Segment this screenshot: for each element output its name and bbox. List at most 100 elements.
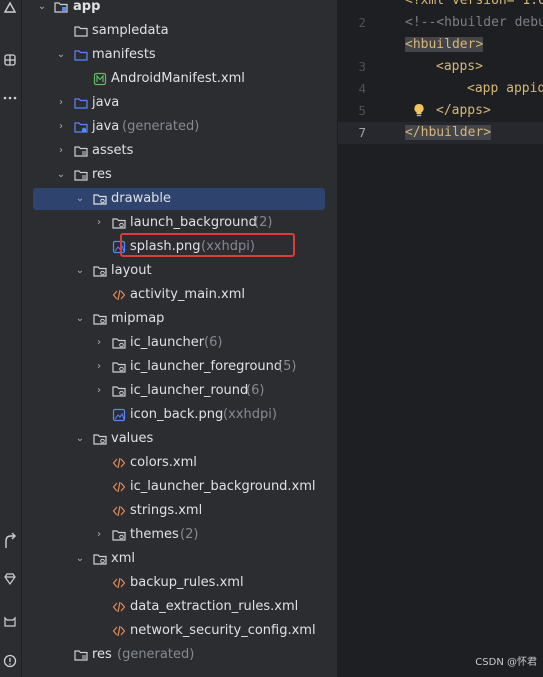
annotation-highlight-box (120, 233, 295, 257)
line-number: 3 (358, 59, 366, 74)
tree-row-res[interactable]: ⌄ res (22, 163, 337, 187)
tree-row-xml[interactable]: ⌄ xml (22, 547, 337, 571)
image-file-icon (112, 408, 126, 422)
resource-folder-icon (112, 384, 126, 398)
code-tag-app: <app appid (467, 81, 543, 96)
tree-label: sampledata (92, 23, 169, 38)
tree-label: mipmap (111, 311, 165, 326)
chevron-right-icon[interactable]: › (54, 91, 68, 115)
code-line-4: <apps> (436, 56, 483, 78)
structure-icon[interactable] (1, 53, 19, 71)
activity-bar (0, 0, 22, 677)
tree-label: app (73, 0, 101, 14)
gem-icon[interactable] (1, 572, 19, 590)
tree-label: manifests (92, 47, 156, 62)
code-line-2: <!--<hbuilder debu (405, 12, 543, 34)
resource-folder-icon (93, 264, 107, 278)
xml-file-icon (112, 576, 126, 590)
tree-row-app[interactable]: ⌄ app (22, 0, 337, 19)
chevron-right-icon[interactable]: › (54, 139, 68, 163)
tree-row-ic-launcher-round[interactable]: › ic_launcher_round (6) (22, 379, 337, 403)
tree-row-java[interactable]: › java (22, 91, 337, 115)
chevron-down-icon[interactable]: ⌄ (73, 427, 87, 451)
resource-folder-icon (93, 192, 107, 206)
chevron-right-icon[interactable]: › (92, 211, 106, 235)
module-folder-icon (54, 0, 68, 14)
tree-label: res (92, 647, 112, 662)
tree-label: colors.xml (130, 455, 197, 470)
xml-file-icon (112, 504, 126, 518)
tree-row-values[interactable]: ⌄ values (22, 427, 337, 451)
triangle-icon[interactable] (1, 0, 19, 18)
warning-icon[interactable] (1, 654, 19, 672)
chevron-right-icon[interactable]: › (92, 379, 106, 403)
xml-file-icon (112, 624, 126, 638)
tree-row-androidmanifest[interactable]: AndroidManifest.xml (22, 67, 337, 91)
tree-label: xml (111, 551, 135, 566)
chevron-down-icon[interactable]: ⌄ (73, 547, 87, 571)
lightbulb-icon[interactable] (413, 102, 425, 117)
chevron-down-icon[interactable]: ⌄ (54, 163, 68, 187)
chevron-down-icon[interactable]: ⌄ (54, 43, 68, 67)
chevron-down-icon[interactable]: ⌄ (35, 0, 49, 19)
chevron-down-icon[interactable]: ⌄ (73, 259, 87, 283)
resource-folder-icon (112, 528, 126, 542)
chevron-right-icon[interactable]: › (92, 331, 106, 355)
tree-row-ic-launcher[interactable]: › ic_launcher (6) (22, 331, 337, 355)
folder-icon (74, 48, 88, 62)
line-number: 4 (358, 81, 366, 96)
generated-folder-icon (74, 120, 88, 134)
tree-label: activity_main.xml (130, 287, 246, 302)
tree-row-strings-xml[interactable]: strings.xml (22, 499, 337, 523)
tree-label: themes (130, 527, 179, 542)
folder-icon (74, 24, 88, 38)
tree-row-launch-background[interactable]: › launch_background (2) (22, 211, 337, 235)
tree-row-layout[interactable]: ⌄ layout (22, 259, 337, 283)
tree-label: data_extraction_rules.xml (130, 599, 299, 614)
tree-row-java-generated[interactable]: › java (generated) (22, 115, 337, 139)
tree-row-network-security-config-xml[interactable]: network_security_config.xml (22, 619, 337, 643)
code-tag-hbuilder-open: <hbuilder> (405, 37, 484, 52)
tree-suffix: (6) (246, 383, 265, 398)
tree-row-manifests[interactable]: ⌄ manifests (22, 43, 337, 67)
code-tag-hbuilder-close: </hbuilder> (405, 125, 492, 140)
xml-file-icon (112, 456, 126, 470)
tree-row-ic-launcher-background-xml[interactable]: ic_launcher_background.xml (22, 475, 337, 499)
xml-file-icon (112, 288, 126, 302)
branch-icon[interactable] (1, 533, 19, 551)
code-line-1: <?xml version="1.0 (405, 0, 543, 12)
tree-suffix: (generated) (117, 647, 195, 662)
tree-row-mipmap[interactable]: ⌄ mipmap (22, 307, 337, 331)
tree-row-res-generated[interactable]: res (generated) (22, 643, 337, 667)
resource-folder-icon (112, 336, 126, 350)
tree-suffix: (xxhdpi) (223, 407, 277, 422)
chevron-right-icon[interactable]: › (92, 523, 106, 547)
tree-row-backup-rules-xml[interactable]: backup_rules.xml (22, 571, 337, 595)
resource-folder-icon (93, 552, 107, 566)
tree-row-drawable[interactable]: ⌄ drawable (22, 187, 337, 211)
tree-suffix: (generated) (122, 119, 200, 134)
cat-icon[interactable] (1, 614, 19, 632)
chevron-down-icon[interactable]: ⌄ (73, 187, 87, 211)
tree-row-sampledata[interactable]: sampledata (22, 19, 337, 43)
tree-row-colors-xml[interactable]: colors.xml (22, 451, 337, 475)
tree-row-themes[interactable]: › themes (2) (22, 523, 337, 547)
tree-label: res (92, 167, 112, 182)
tree-row-ic-launcher-foreground[interactable]: › ic_launcher_foreground (5) (22, 355, 337, 379)
code-line-7: </hbuilder> (405, 122, 492, 144)
tree-row-data-extraction-rules-xml[interactable]: data_extraction_rules.xml (22, 595, 337, 619)
code-editor[interactable]: 2 3 4 5 7 <?xml version="1.0 <!--<hbuild… (338, 0, 543, 677)
chevron-right-icon[interactable]: › (92, 355, 106, 379)
more-icon[interactable] (1, 91, 19, 109)
resource-folder-icon (74, 648, 88, 662)
tree-row-activity-main[interactable]: activity_main.xml (22, 283, 337, 307)
project-tree: ⌄ app sampledata ⌄ manifests AndroidMani… (22, 0, 337, 677)
tree-suffix: (6) (204, 335, 223, 350)
tree-suffix: (2) (180, 527, 199, 542)
tree-row-assets[interactable]: › assets (22, 139, 337, 163)
tree-row-icon-back-png[interactable]: icon_back.png (xxhdpi) (22, 403, 337, 427)
tree-label: ic_launcher (130, 335, 205, 350)
chevron-down-icon[interactable]: ⌄ (73, 307, 87, 331)
chevron-right-icon[interactable]: › (54, 115, 68, 139)
code-xml-decl: <?xml version="1.0 (405, 0, 543, 8)
